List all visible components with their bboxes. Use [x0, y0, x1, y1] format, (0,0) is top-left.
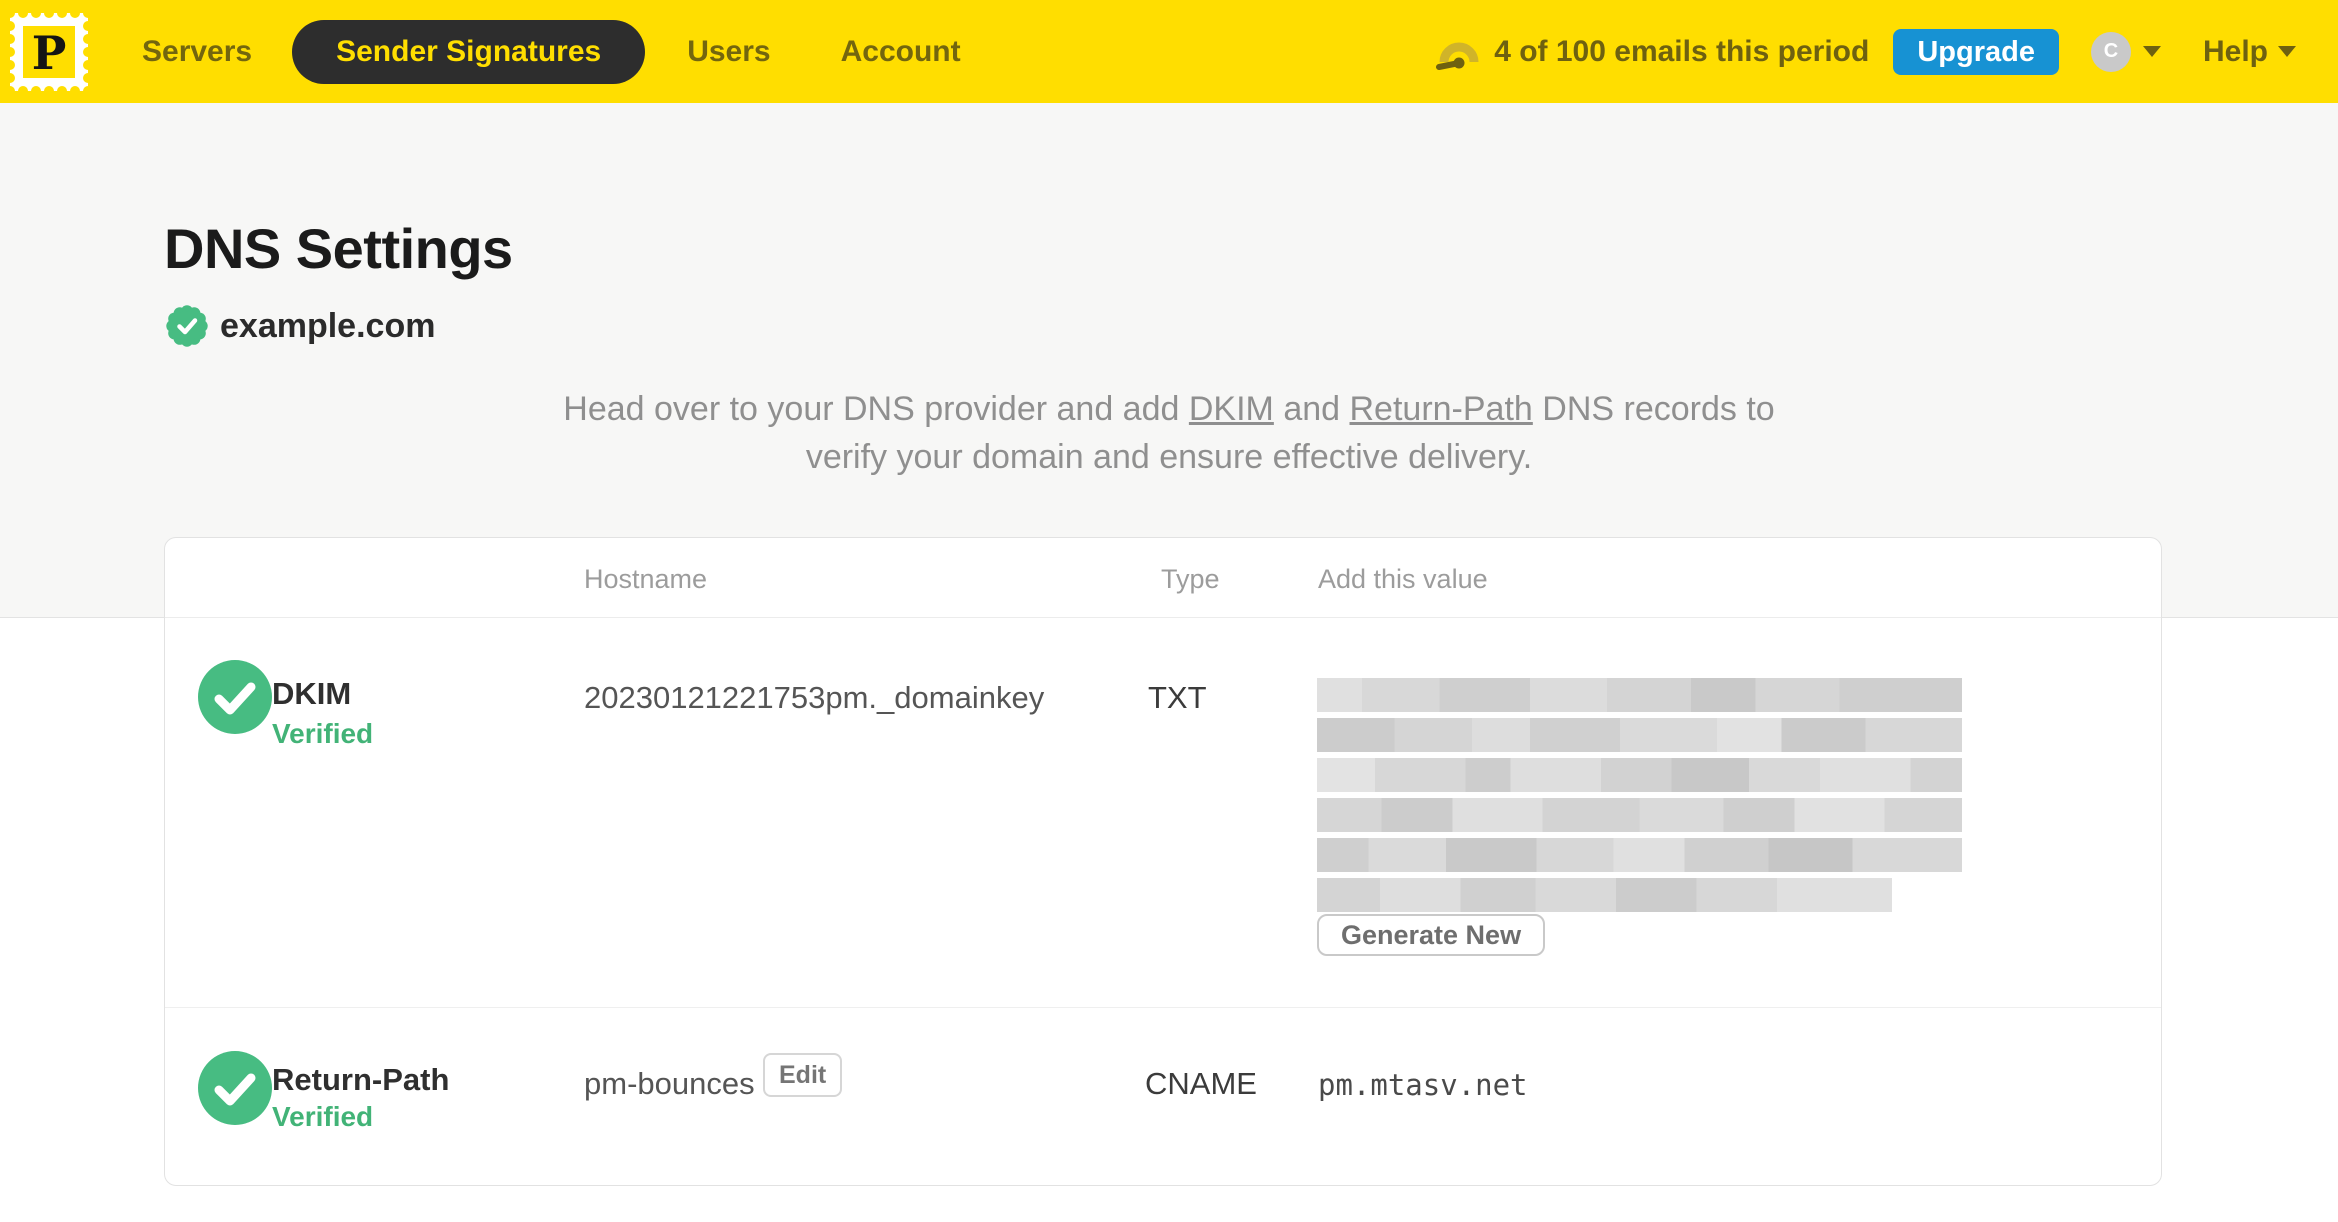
- dkim-value-redacted: [1317, 678, 1962, 918]
- dkim-link[interactable]: DKIM: [1189, 390, 1274, 428]
- column-header-type: Type: [1161, 564, 1220, 594]
- redacted-line: [1317, 678, 1962, 712]
- avatar[interactable]: C: [2090, 31, 2131, 72]
- nav-right-group: 4 of 100 emails this period Upgrade C He…: [1436, 28, 2296, 75]
- return-path-link[interactable]: Return-Path: [1350, 390, 1533, 428]
- upgrade-button[interactable]: Upgrade: [1893, 28, 2059, 75]
- table-row-return-path: Return-Path Verified pm-bounces Edit CNA…: [165, 1008, 2161, 1185]
- redacted-line: [1317, 718, 1962, 752]
- avatar-caret-down-icon[interactable]: [2142, 46, 2161, 57]
- table-row-dkim: DKIM Verified 20230121221753pm._domainke…: [165, 618, 2161, 1008]
- record-type: CNAME: [1145, 1066, 1257, 1101]
- top-nav: P Servers Sender Signatures Users Accoun…: [0, 0, 2338, 103]
- description-text: DNS records to: [1532, 390, 1775, 428]
- record-name: Return-Path: [272, 1062, 450, 1097]
- edit-button[interactable]: Edit: [763, 1053, 843, 1097]
- help-caret-down-icon: [2278, 46, 2296, 57]
- domain-row: example.com: [164, 303, 2338, 349]
- page-title: DNS Settings: [164, 217, 513, 280]
- postmark-logo-icon[interactable]: P: [10, 12, 88, 91]
- redacted-line: [1317, 878, 1892, 912]
- column-header-hostname: Hostname: [584, 564, 708, 594]
- record-type: TXT: [1148, 680, 1207, 715]
- redacted-line: [1317, 798, 1962, 832]
- nav-item-servers[interactable]: Servers: [142, 35, 252, 69]
- logo-letter: P: [32, 26, 67, 80]
- check-circle-icon: [198, 660, 272, 734]
- help-menu[interactable]: Help: [2203, 35, 2296, 69]
- usage-meter-text: 4 of 100 emails this period: [1494, 34, 1870, 68]
- description-text: Head over to your DNS provider and add: [563, 390, 1189, 428]
- nav-item-account[interactable]: Account: [841, 35, 961, 69]
- verified-seal-icon: [166, 305, 208, 347]
- check-circle-icon: [198, 1051, 272, 1125]
- nav-item-sender-signatures[interactable]: Sender Signatures: [292, 19, 646, 84]
- generate-new-button[interactable]: Generate New: [1317, 914, 1546, 956]
- table-header-row: Hostname Type Add this value: [165, 538, 2161, 618]
- dns-instructions: Head over to your DNS provider and add D…: [0, 385, 2338, 481]
- help-label: Help: [2202, 34, 2268, 68]
- column-header-add-this-value: Add this value: [1318, 564, 1488, 594]
- nav-item-users[interactable]: Users: [687, 35, 770, 69]
- dns-records-card: Hostname Type Add this value DKIM Verifi…: [164, 537, 2162, 1186]
- record-hostname: pm-bounces: [584, 1066, 755, 1101]
- status-badge: Verified: [272, 1101, 374, 1132]
- description-text-line2: verify your domain and ensure effective …: [805, 438, 1533, 476]
- record-name: DKIM: [272, 676, 352, 711]
- record-value: pm.mtasv.net: [1318, 1068, 1528, 1102]
- description-text: and: [1273, 390, 1350, 428]
- redacted-line: [1317, 758, 1962, 792]
- gauge-icon: [1436, 42, 1479, 70]
- redacted-line: [1317, 838, 1962, 872]
- domain-name: example.com: [220, 306, 436, 345]
- status-badge: Verified: [272, 718, 374, 749]
- record-hostname: 20230121221753pm._domainkey: [584, 680, 1045, 715]
